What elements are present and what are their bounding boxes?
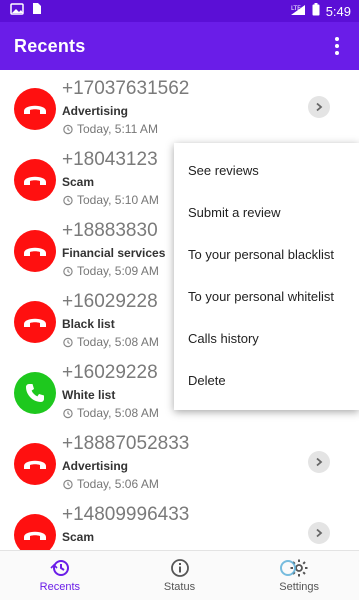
history-icon <box>63 479 73 489</box>
app-bar: Recents <box>0 22 359 70</box>
svg-text:LTE: LTE <box>291 5 301 12</box>
phone-icon <box>26 384 44 402</box>
signal-icon: LTE <box>290 4 306 19</box>
caller-number: +17037631562 <box>62 78 190 99</box>
caller-category: White list <box>62 388 116 402</box>
history-icon <box>63 124 73 134</box>
call-row[interactable]: +17037631562 Advertising Today, 5:11 AM <box>0 70 359 141</box>
call-time: Today, 5:09 AM <box>62 264 159 278</box>
call-time-text: Today, 5:10 AM <box>77 193 159 207</box>
sim-card-icon <box>32 2 42 20</box>
menu-item-add-whitelist[interactable]: To your personal whitelist <box>174 275 359 317</box>
status-time: 5:49 <box>325 3 351 19</box>
battery-icon <box>312 3 320 19</box>
call-time: Today, 5:11 AM <box>62 122 158 136</box>
call-status-avatar <box>14 301 56 343</box>
status-bar: LTE 5:49 <box>0 0 359 22</box>
history-icon <box>63 408 73 418</box>
chevron-right-icon[interactable] <box>308 451 330 473</box>
history-icon <box>63 337 73 347</box>
chevron-right-icon[interactable] <box>308 522 330 544</box>
overflow-menu-icon[interactable] <box>327 34 347 58</box>
call-time-text: Today, 5:08 AM <box>77 335 159 349</box>
call-time: Today, 5:08 AM <box>62 335 159 349</box>
menu-item-add-blacklist[interactable]: To your personal blacklist <box>174 233 359 275</box>
caller-number: +14809996433 <box>62 504 190 525</box>
call-status-avatar <box>14 230 56 272</box>
history-icon <box>50 560 69 576</box>
phone-hangup-icon <box>24 531 46 540</box>
call-time-text: Today, 5:09 AM <box>77 264 159 278</box>
call-time: Today, 5:08 AM <box>62 406 159 420</box>
call-time: Today, 5:06 AM <box>62 477 159 491</box>
history-icon <box>63 266 73 276</box>
caller-category: Advertising <box>62 104 129 118</box>
call-time-text: Today, 5:06 AM <box>77 477 159 491</box>
phone-hangup-icon <box>24 318 46 327</box>
watermark-icon <box>280 560 296 576</box>
context-menu: See reviews Submit a review To your pers… <box>174 143 359 410</box>
nav-recents[interactable]: Recents <box>0 551 120 600</box>
phone-hangup-icon <box>24 105 46 114</box>
menu-item-delete[interactable]: Delete <box>174 359 359 401</box>
caller-number: +18887052833 <box>62 433 190 454</box>
nav-settings[interactable]: Settings <box>239 551 359 600</box>
caller-number: +16029228 <box>62 291 158 312</box>
photo-icon <box>10 2 24 20</box>
history-icon <box>63 195 73 205</box>
call-time-text: Today, 5:11 AM <box>77 122 158 136</box>
phone-hangup-icon <box>24 460 46 469</box>
caller-category: Advertising <box>62 459 129 473</box>
phone-hangup-icon <box>24 176 46 185</box>
call-time: Today, 5:10 AM <box>62 193 159 207</box>
caller-number: +18043123 <box>62 149 158 170</box>
call-status-avatar <box>14 88 56 130</box>
phone-hangup-icon <box>24 247 46 256</box>
call-row[interactable]: +18887052833 Advertising Today, 5:06 AM <box>0 425 359 496</box>
menu-item-submit-review[interactable]: Submit a review <box>174 191 359 233</box>
caller-category: Financial services <box>62 246 166 260</box>
nav-recents-label: Recents <box>39 581 81 593</box>
info-icon <box>170 559 189 577</box>
caller-number: +18883830 <box>62 220 158 241</box>
caller-category: Scam <box>62 175 95 189</box>
call-row[interactable]: +14809996433 Scam <box>0 496 359 550</box>
menu-item-see-reviews[interactable]: See reviews <box>174 149 359 191</box>
menu-item-calls-history[interactable]: Calls history <box>174 317 359 359</box>
nav-settings-label: Settings <box>279 581 320 593</box>
call-status-avatar <box>14 372 56 414</box>
caller-category: Black list <box>62 317 115 331</box>
page-title: Recents <box>14 35 86 56</box>
nav-status[interactable]: Status <box>120 551 240 600</box>
caller-category: Scam <box>62 530 95 544</box>
call-status-avatar <box>14 443 56 485</box>
nav-status-label: Status <box>163 581 196 593</box>
call-status-avatar <box>14 514 56 550</box>
call-status-avatar <box>14 159 56 201</box>
caller-number: +16029228 <box>62 362 158 383</box>
chevron-right-icon[interactable] <box>308 96 330 118</box>
call-time-text: Today, 5:08 AM <box>77 406 159 420</box>
bottom-navigation: Recents Status Settings <box>0 550 359 600</box>
watermark-logo <box>280 560 296 576</box>
